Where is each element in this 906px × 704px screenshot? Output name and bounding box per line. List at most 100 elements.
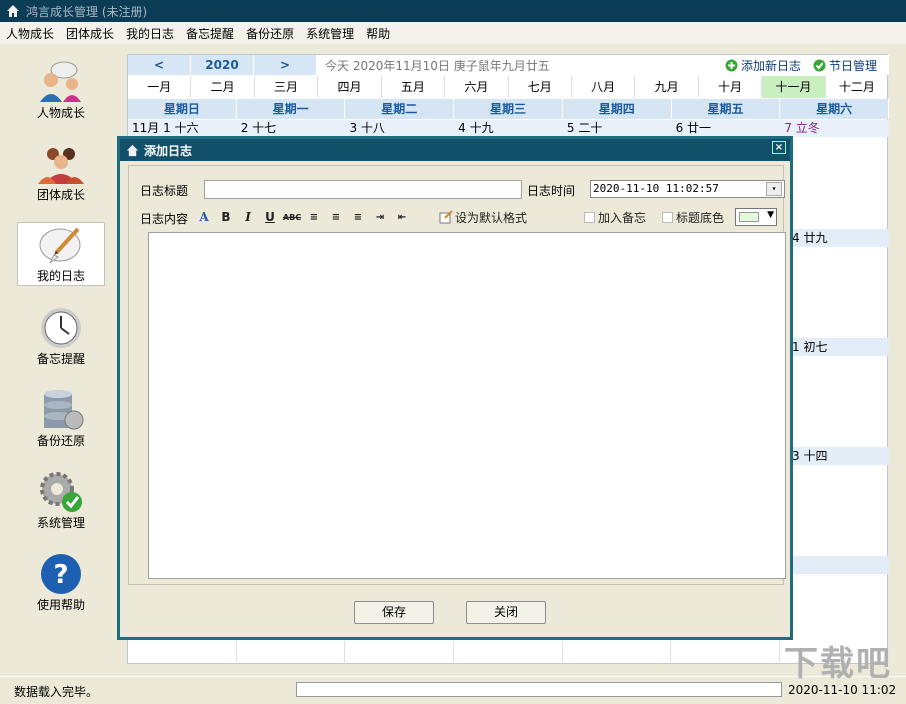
- date-cell-holiday[interactable]: 7 立冬: [780, 120, 889, 137]
- bgcolor-checkbox[interactable]: 标题底色: [662, 208, 724, 226]
- festival-button[interactable]: 节日管理: [813, 57, 877, 74]
- weekday-label: 星期一: [237, 99, 346, 119]
- date-cell[interactable]: 5 二十: [563, 120, 672, 137]
- log-content-editor[interactable]: [148, 232, 786, 579]
- menu-group[interactable]: 团体成长: [66, 25, 114, 42]
- date-cell[interactable]: 3 十四: [790, 447, 889, 465]
- nav-people-label: 人物成长: [17, 104, 105, 121]
- dialog-body: 日志标题 日志时间 2020-11-10 11:02:57 ▾ 日志内容 A B…: [128, 165, 784, 585]
- today-text: 今天 2020年11月10日 庚子鼠年九月廿五: [325, 57, 550, 74]
- menu-memo[interactable]: 备忘提醒: [186, 25, 234, 42]
- date-cell[interactable]: 6 廿一: [672, 120, 781, 137]
- date-cell[interactable]: 4 廿九: [790, 229, 889, 247]
- add-log-button[interactable]: 添加新日志: [725, 57, 801, 74]
- month-tab[interactable]: 一月: [128, 76, 191, 98]
- nav-memo-label: 备忘提醒: [17, 350, 105, 367]
- sidebar: 人物成长 团体成长 我的日志 备忘提醒 备份还原 系统管理 ? 使用帮助: [0, 44, 120, 676]
- date-cell-empty[interactable]: [790, 556, 889, 574]
- outdent-icon[interactable]: ⇤: [391, 212, 413, 223]
- close-icon[interactable]: ×: [772, 141, 786, 154]
- chevron-down-icon: ▼: [767, 210, 774, 220]
- log-content-label: 日志内容: [140, 210, 188, 227]
- grid-line: [779, 641, 780, 665]
- checkbox-icon: [662, 212, 673, 223]
- month-tab[interactable]: 八月: [572, 76, 635, 98]
- indent-icon[interactable]: ⇥: [369, 212, 391, 223]
- menu-backup[interactable]: 备份还原: [246, 25, 294, 42]
- log-title-label: 日志标题: [140, 182, 188, 199]
- journal-icon: [36, 223, 86, 267]
- add-log-dialog: 添加日志 × 日志标题 日志时间 2020-11-10 11:02:57 ▾ 日…: [117, 136, 793, 640]
- festival-label: 节日管理: [829, 57, 877, 74]
- color-picker[interactable]: ▼: [735, 208, 777, 226]
- nav-backup[interactable]: 备份还原: [17, 388, 105, 452]
- format-toolbar: A B I U ABC ≡ ≡ ≡ ⇥ ⇤: [193, 208, 413, 226]
- month-tab[interactable]: 十月: [699, 76, 762, 98]
- date-cell[interactable]: 4 十九: [454, 120, 563, 137]
- date-cell[interactable]: 3 十八: [345, 120, 454, 137]
- bgcolor-label: 标题底色: [676, 209, 724, 226]
- weekday-label: 星期三: [454, 99, 563, 119]
- month-tab[interactable]: 五月: [382, 76, 445, 98]
- prev-year-button[interactable]: <: [128, 55, 191, 75]
- month-tab[interactable]: 九月: [635, 76, 698, 98]
- default-format-button[interactable]: 设为默认格式: [439, 208, 527, 226]
- month-tab[interactable]: 四月: [318, 76, 381, 98]
- plus-circle-icon: [725, 59, 738, 72]
- help-icon: ?: [36, 552, 86, 596]
- nav-people[interactable]: 人物成长: [17, 60, 105, 124]
- memo-checkbox[interactable]: 加入备忘: [584, 208, 646, 226]
- chevron-down-icon[interactable]: ▾: [766, 182, 782, 196]
- month-tab[interactable]: 二月: [191, 76, 254, 98]
- date-cell[interactable]: 1 初七: [790, 338, 889, 356]
- grid-line: [670, 641, 671, 665]
- nav-help[interactable]: ? 使用帮助: [17, 552, 105, 616]
- menu-bar: 人物成长 团体成长 我的日志 备忘提醒 备份还原 系统管理 帮助: [0, 22, 906, 44]
- clock-icon: [36, 306, 86, 350]
- weekday-label: 星期六: [780, 99, 889, 119]
- window-title: 鸿言成长管理 (未注册): [26, 3, 147, 20]
- nav-system[interactable]: 系统管理: [17, 470, 105, 534]
- bold-icon[interactable]: B: [215, 210, 237, 224]
- people-icon: [36, 60, 86, 104]
- nav-system-label: 系统管理: [17, 514, 105, 531]
- date-cell[interactable]: 2 十七: [237, 120, 346, 137]
- menu-system[interactable]: 系统管理: [306, 25, 354, 42]
- menu-help[interactable]: 帮助: [366, 25, 390, 42]
- log-time-picker[interactable]: 2020-11-10 11:02:57 ▾: [590, 180, 785, 198]
- nav-memo[interactable]: 备忘提醒: [17, 306, 105, 370]
- progress-bar: [296, 682, 782, 697]
- close-button[interactable]: 关闭: [466, 601, 546, 624]
- nav-group[interactable]: 团体成长: [17, 142, 105, 206]
- menu-people[interactable]: 人物成长: [6, 25, 54, 42]
- strikethrough-icon[interactable]: ABC: [281, 213, 303, 222]
- database-icon: [36, 388, 86, 432]
- date-cell[interactable]: 11月 1 十六: [128, 120, 237, 137]
- nav-journal[interactable]: 我的日志: [17, 222, 105, 286]
- grid-line: [453, 641, 454, 665]
- next-year-button[interactable]: >: [254, 55, 317, 75]
- check-circle-icon: [813, 59, 826, 72]
- settings-icon: [36, 470, 86, 514]
- font-color-icon[interactable]: A: [193, 210, 215, 224]
- menu-journal[interactable]: 我的日志: [126, 25, 174, 42]
- month-tab-selected[interactable]: 十一月: [762, 76, 825, 98]
- month-tab[interactable]: 七月: [509, 76, 572, 98]
- grid-line: [344, 641, 345, 665]
- dialog-title-bar: 添加日志 ×: [120, 139, 790, 161]
- month-tab[interactable]: 六月: [445, 76, 508, 98]
- date-row: 11月 1 十六 2 十七 3 十八 4 十九 5 二十 6 廿一 7 立冬: [128, 120, 889, 137]
- month-tab[interactable]: 十二月: [826, 76, 889, 98]
- grid-line: [562, 641, 563, 665]
- save-button[interactable]: 保存: [354, 601, 434, 624]
- align-center-icon[interactable]: ≡: [325, 212, 347, 223]
- align-left-icon[interactable]: ≡: [303, 212, 325, 223]
- home-icon: [6, 4, 20, 18]
- home-icon: [126, 144, 139, 157]
- align-right-icon[interactable]: ≡: [347, 212, 369, 223]
- title-bar: 鸿言成长管理 (未注册): [0, 0, 906, 22]
- underline-icon[interactable]: U: [259, 210, 281, 224]
- italic-icon[interactable]: I: [237, 210, 259, 224]
- month-tab[interactable]: 三月: [255, 76, 318, 98]
- log-title-input[interactable]: [204, 180, 522, 199]
